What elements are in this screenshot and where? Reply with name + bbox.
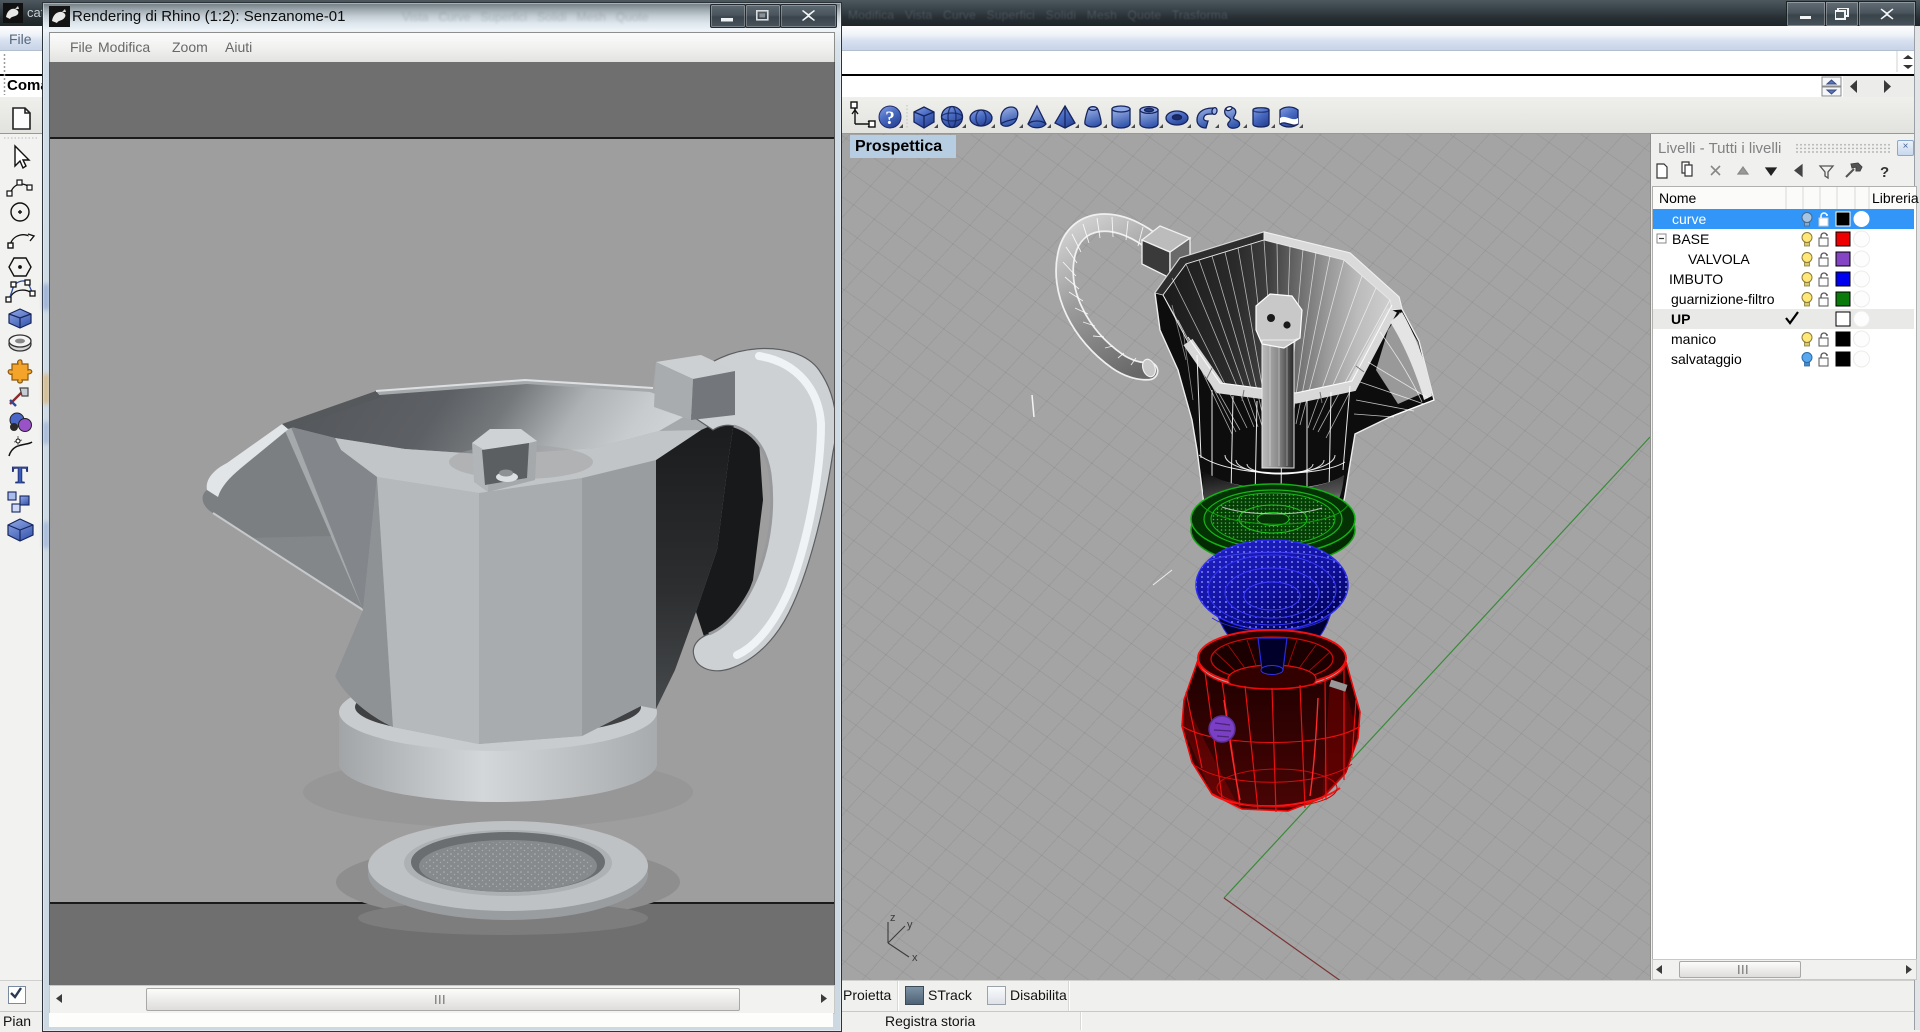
svg-text:y: y [907, 919, 913, 931]
svg-text:x: x [912, 952, 918, 964]
svg-text:z: z [890, 912, 896, 924]
svg-text:?: ? [885, 108, 895, 129]
svg-text:?: ? [1880, 164, 1889, 181]
svg-text:T: T [12, 463, 28, 489]
